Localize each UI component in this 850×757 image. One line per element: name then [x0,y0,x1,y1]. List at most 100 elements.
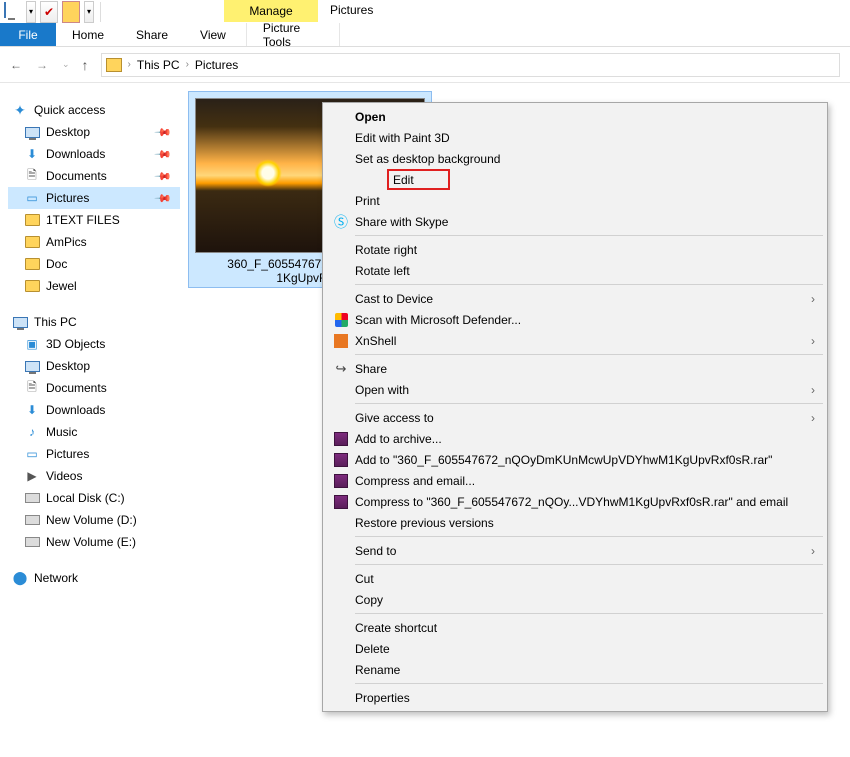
network-icon: ⬤ [12,570,28,586]
rar-icon [327,453,355,467]
ctx-compress-email[interactable]: Compress and email... [323,470,827,491]
xnshell-icon [327,334,355,348]
pin-icon: 📌 [154,145,173,164]
qat-newfolder[interactable] [62,1,80,23]
separator [355,536,823,537]
sidebar-item-label: Pictures [46,191,89,205]
ctx-rotate-right[interactable]: Rotate right [323,239,827,260]
network-header[interactable]: ⬤ Network [8,567,180,589]
ctx-cut[interactable]: Cut [323,568,827,589]
contextual-tab-header: Manage [224,0,318,22]
sidebar-item-label: Doc [46,257,67,271]
sidebar-item-label: 1TEXT FILES [46,213,120,227]
up-button[interactable]: ↑ [82,57,89,73]
rar-icon [327,474,355,488]
ctx-share[interactable]: ↪Share [323,358,827,379]
ctx-print[interactable]: Print [323,190,827,211]
ctx-create-shortcut[interactable]: Create shortcut [323,617,827,638]
ctx-restore-versions[interactable]: Restore previous versions [323,512,827,533]
sidebar-item-folder[interactable]: Jewel [8,275,180,297]
view-tab[interactable]: View [184,23,242,46]
sidebar-item-desktop[interactable]: Desktop [8,355,180,377]
sidebar-item-music[interactable]: ♪Music [8,421,180,443]
sidebar-item-drive-d[interactable]: New Volume (D:) [8,509,180,531]
ctx-add-rar[interactable]: Add to "360_F_605547672_nQOyDmKUnMcwUpVD… [323,449,827,470]
sidebar-item-folder[interactable]: AmPics [8,231,180,253]
this-pc-header[interactable]: This PC [8,311,180,333]
qat-customize[interactable]: ▾ [84,1,94,23]
ctx-compress-email-named[interactable]: Compress to "360_F_605547672_nQOy...VDYh… [323,491,827,512]
ctx-xnshell[interactable]: XnShell› [323,330,827,351]
sidebar-item-label: Downloads [46,403,105,417]
sidebar-item-drive-c[interactable]: Local Disk (C:) [8,487,180,509]
qat-dropdown[interactable]: ▾ [26,1,36,23]
ctx-set-background[interactable]: Set as desktop background [323,148,827,169]
quick-access-label: Quick access [34,103,105,117]
this-pc-label: This PC [34,315,77,329]
ctx-cast[interactable]: Cast to Device› [323,288,827,309]
ctx-skype[interactable]: ⓈShare with Skype [323,211,827,232]
sidebar-item-label: Music [46,425,77,439]
ctx-paint3d[interactable]: Edit with Paint 3D [323,127,827,148]
ctx-add-archive[interactable]: Add to archive... [323,428,827,449]
sidebar-item-pictures[interactable]: ▭Pictures📌 [8,187,180,209]
sidebar-item-folder[interactable]: 1TEXT FILES [8,209,180,231]
sidebar-item-label: New Volume (D:) [46,513,137,527]
rar-icon [327,432,355,446]
title-bar: ▾ ✔ ▾ Manage Pictures [0,0,850,23]
sidebar-item-drive-e[interactable]: New Volume (E:) [8,531,180,553]
window-title: Pictures [330,3,373,17]
forward-button[interactable]: → [36,58,48,72]
ctx-rename[interactable]: Rename [323,659,827,680]
network-label: Network [34,571,78,585]
sidebar-item-videos[interactable]: ▶Videos [8,465,180,487]
ctx-give-access[interactable]: Give access to› [323,407,827,428]
chevron-right-icon[interactable]: › [186,59,189,70]
chevron-right-icon: › [811,544,815,558]
ctx-delete[interactable]: Delete [323,638,827,659]
home-tab[interactable]: Home [56,23,120,46]
back-button[interactable]: ← [10,58,22,72]
share-tab[interactable]: Share [120,23,184,46]
sidebar-item-label: Pictures [46,447,89,461]
separator [355,613,823,614]
chevron-right-icon: › [811,292,815,306]
breadcrumb-root[interactable]: This PC [137,58,180,72]
sidebar-item-pictures[interactable]: ▭Pictures [8,443,180,465]
ctx-send-to[interactable]: Send to› [323,540,827,561]
sidebar-item-label: Desktop [46,359,90,373]
separator [355,564,823,565]
sidebar-item-3dobjects[interactable]: ▣3D Objects [8,333,180,355]
nav-arrows: ← → ⌄ [10,58,70,72]
separator [100,2,101,22]
ctx-copy[interactable]: Copy [323,589,827,610]
ctx-open[interactable]: Open [323,106,827,127]
sidebar-item-label: AmPics [46,235,87,249]
breadcrumb-current[interactable]: Pictures [195,58,238,72]
file-tab[interactable]: File [0,23,56,46]
ctx-edit[interactable]: Edit [387,169,450,190]
sidebar-item-downloads[interactable]: ⬇Downloads [8,399,180,421]
chevron-right-icon: › [811,411,815,425]
ctx-properties[interactable]: Properties [323,687,827,708]
qat-properties[interactable]: ✔ [40,1,58,23]
sidebar-item-label: New Volume (E:) [46,535,136,549]
ctx-open-with[interactable]: Open with› [323,379,827,400]
quick-access-header[interactable]: ✦ Quick access [8,99,180,121]
pin-icon: 📌 [154,123,173,142]
chevron-right-icon[interactable]: › [128,59,131,70]
ribbon-tabs: File Home Share View Picture Tools [0,23,850,47]
skype-icon: Ⓢ [327,212,355,232]
sidebar-item-documents[interactable]: 🗎Documents📌 [8,165,180,187]
sidebar-item-folder[interactable]: Doc [8,253,180,275]
ctx-defender[interactable]: Scan with Microsoft Defender... [323,309,827,330]
recent-dropdown[interactable]: ⌄ [62,59,70,70]
separator [355,354,823,355]
sidebar-item-desktop[interactable]: Desktop📌 [8,121,180,143]
address-bar[interactable]: › This PC › Pictures [101,53,840,77]
sidebar-item-documents[interactable]: 🗎Documents [8,377,180,399]
ctx-rotate-left[interactable]: Rotate left [323,260,827,281]
picture-tools-tab[interactable]: Picture Tools [246,23,340,46]
sidebar-item-label: Documents [46,381,107,395]
sidebar-item-downloads[interactable]: ⬇Downloads📌 [8,143,180,165]
